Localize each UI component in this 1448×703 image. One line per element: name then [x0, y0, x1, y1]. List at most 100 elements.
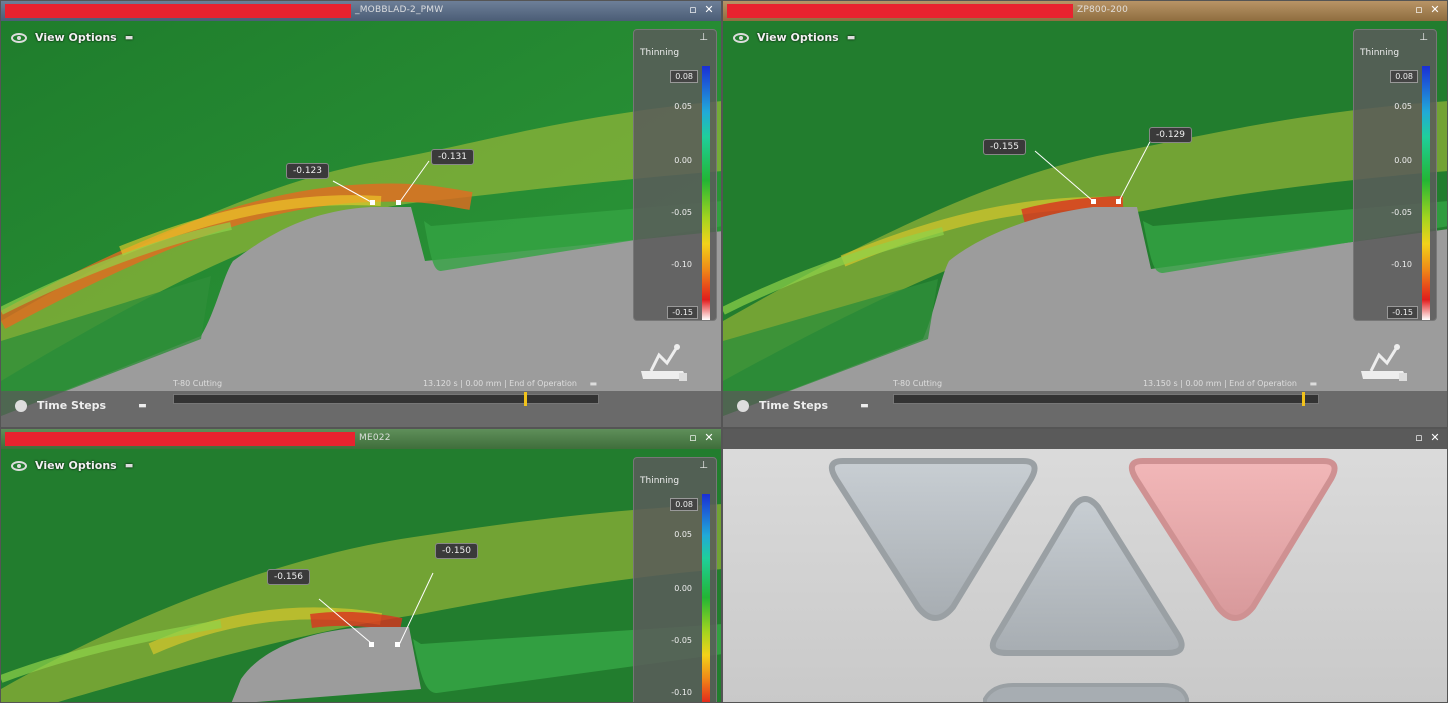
thinning-callout-right[interactable]: -0.129: [1149, 127, 1193, 143]
pin-icon[interactable]: ▬: [589, 379, 597, 388]
pane-3-simulation-render: [1, 449, 721, 702]
pane-3-title: ME022: [359, 433, 391, 443]
pane-4-tool-render: [828, 458, 1338, 703]
legend-tick: -0.05: [671, 636, 692, 645]
legend-tick-min: -0.15: [1387, 306, 1418, 319]
pane-4-tool-view[interactable]: [723, 449, 1447, 702]
legend-tick-max: 0.08: [1390, 70, 1418, 83]
thinning-callout-right[interactable]: -0.150: [435, 543, 479, 559]
timeline-handle[interactable]: [1302, 392, 1305, 406]
pane-1-3d-view[interactable]: View Options ▬ -0.123 -0.131 ⊥ Thinning …: [1, 21, 721, 427]
legend-title: Thinning: [1360, 48, 1400, 58]
view-options-label: View Options: [35, 31, 117, 44]
pane-2-load-progress: [727, 4, 1073, 18]
thinning-callout-right[interactable]: -0.131: [431, 149, 475, 165]
pane-1-load-progress: [5, 4, 351, 18]
time-steps-icon: [737, 399, 749, 412]
timeline-step-label: T-80 Cutting: [173, 379, 223, 388]
legend-tick: 0.05: [674, 102, 692, 111]
legend-tick: 0.00: [1394, 156, 1412, 165]
legend-tick: -0.05: [1391, 208, 1412, 217]
grey-shape-partial[interactable]: [983, 683, 1189, 703]
restore-icon[interactable]: ▫: [687, 3, 699, 17]
thinning-callout-left[interactable]: -0.156: [267, 569, 311, 585]
pane-1-simulation-render: [1, 21, 721, 427]
pink-inverted-triangle[interactable]: [1128, 458, 1338, 621]
timeline-time-label: 13.150 s | 0.00 mm | End of Operation: [1142, 379, 1297, 388]
timeline-slider[interactable]: [173, 392, 599, 406]
legend-tick: -0.10: [671, 688, 692, 697]
legend-tick: 0.05: [1394, 102, 1412, 111]
legend-tick: 0.00: [674, 584, 692, 593]
legend-tick-max: 0.08: [670, 70, 698, 83]
legend-color-scale: [1422, 66, 1430, 320]
time-steps-label: Time Steps: [759, 399, 829, 412]
legend-color-scale: [702, 66, 710, 320]
pin-icon[interactable]: ▬: [138, 401, 147, 411]
time-steps-toggle[interactable]: Time Steps ▬: [15, 399, 147, 412]
thinning-callout-left[interactable]: -0.123: [286, 163, 330, 179]
pane-1-titlebar[interactable]: _MOBBLAD-2_PMW ▫ ✕: [1, 1, 721, 21]
time-steps-toggle[interactable]: Time Steps ▬: [737, 399, 869, 412]
legend-tick: 0.00: [674, 156, 692, 165]
view-options-toggle[interactable]: View Options ▬: [11, 31, 133, 44]
timeline-slider[interactable]: [893, 392, 1319, 406]
pin-icon[interactable]: ▬: [860, 401, 869, 411]
time-steps-label: Time Steps: [37, 399, 107, 412]
close-icon[interactable]: ✕: [1429, 3, 1441, 17]
pane-4-titlebar[interactable]: ▫ ✕: [723, 429, 1447, 449]
eye-icon: [733, 32, 749, 43]
view-options-toggle[interactable]: View Options ▬: [11, 459, 133, 472]
legend-tick: 0.05: [674, 530, 692, 539]
pane-2-titlebar[interactable]: ZP800-200 ▫ ✕: [723, 1, 1447, 21]
pane-1-timeline: T-80 Cutting 13.120 s | 0.00 mm | End of…: [173, 379, 601, 409]
press-tool-icon[interactable]: [637, 341, 691, 387]
timeline-time-label: 13.120 s | 0.00 mm | End of Operation: [422, 379, 577, 388]
pin-icon[interactable]: ▬: [1309, 379, 1317, 388]
close-icon[interactable]: ✕: [703, 431, 715, 445]
pin-icon[interactable]: ⊥: [699, 32, 708, 43]
pane-2-3d-view[interactable]: View Options ▬ -0.155 -0.129 ⊥ Thinning …: [723, 21, 1447, 427]
press-tool-icon[interactable]: [1357, 341, 1411, 387]
legend-tick: -0.05: [671, 208, 692, 217]
eye-icon: [11, 460, 27, 471]
close-icon[interactable]: ✕: [703, 3, 715, 17]
timeline-handle[interactable]: [524, 392, 527, 406]
pane-1-title: _MOBBLAD-2_PMW: [355, 5, 444, 15]
thinning-legend[interactable]: ⊥ Thinning 0.08 0.05 0.00 -0.05 -0.10: [633, 457, 717, 702]
viewport-pane-2[interactable]: ZP800-200 ▫ ✕ View Options ▬ -0.155 -0.1…: [722, 0, 1448, 428]
restore-icon[interactable]: ▫: [687, 431, 699, 445]
pane-2-title: ZP800-200: [1077, 5, 1128, 15]
pin-icon[interactable]: ▬: [125, 33, 134, 43]
legend-tick-max: 0.08: [670, 498, 698, 511]
pane-3-load-progress: [5, 432, 355, 446]
view-options-label: View Options: [35, 459, 117, 472]
pin-icon[interactable]: ▬: [847, 33, 856, 43]
eye-icon: [11, 32, 27, 43]
pin-icon[interactable]: ▬: [125, 461, 134, 471]
pane-3-titlebar[interactable]: ME022 ▫ ✕: [1, 429, 721, 449]
legend-tick-min: -0.15: [667, 306, 698, 319]
view-options-toggle[interactable]: View Options ▬: [733, 31, 855, 44]
pane-3-3d-view[interactable]: View Options ▬ -0.156 -0.150 ⊥ Thinning …: [1, 449, 721, 702]
close-icon[interactable]: ✕: [1429, 431, 1441, 445]
app-root: _MOBBLAD-2_PMW ▫ ✕ View Options ▬ -0.123…: [0, 0, 1448, 703]
thinning-callout-left[interactable]: -0.155: [983, 139, 1027, 155]
pin-icon[interactable]: ⊥: [1419, 32, 1428, 43]
pane-2-timeline: T-80 Cutting 13.150 s | 0.00 mm | End of…: [893, 379, 1321, 409]
legend-title: Thinning: [640, 476, 680, 486]
thinning-legend[interactable]: ⊥ Thinning 0.08 0.05 0.00 -0.05 -0.10 -0…: [633, 29, 717, 321]
viewport-pane-1[interactable]: _MOBBLAD-2_PMW ▫ ✕ View Options ▬ -0.123…: [0, 0, 722, 428]
time-steps-icon: [15, 399, 27, 412]
viewport-pane-3[interactable]: ME022 ▫ ✕ View Options ▬ -0.156 -0.150 ⊥…: [0, 428, 722, 703]
grey-triangle[interactable]: [989, 496, 1185, 656]
pin-icon[interactable]: ⊥: [699, 460, 708, 471]
restore-icon[interactable]: ▫: [1413, 431, 1425, 445]
thinning-legend[interactable]: ⊥ Thinning 0.08 0.05 0.00 -0.05 -0.10 -0…: [1353, 29, 1437, 321]
restore-icon[interactable]: ▫: [1413, 3, 1425, 17]
viewport-pane-4[interactable]: ▫ ✕: [722, 428, 1448, 703]
grey-inverted-triangle[interactable]: [828, 458, 1038, 621]
view-options-label: View Options: [757, 31, 839, 44]
timeline-step-label: T-80 Cutting: [893, 379, 943, 388]
legend-tick: -0.10: [1391, 260, 1412, 269]
